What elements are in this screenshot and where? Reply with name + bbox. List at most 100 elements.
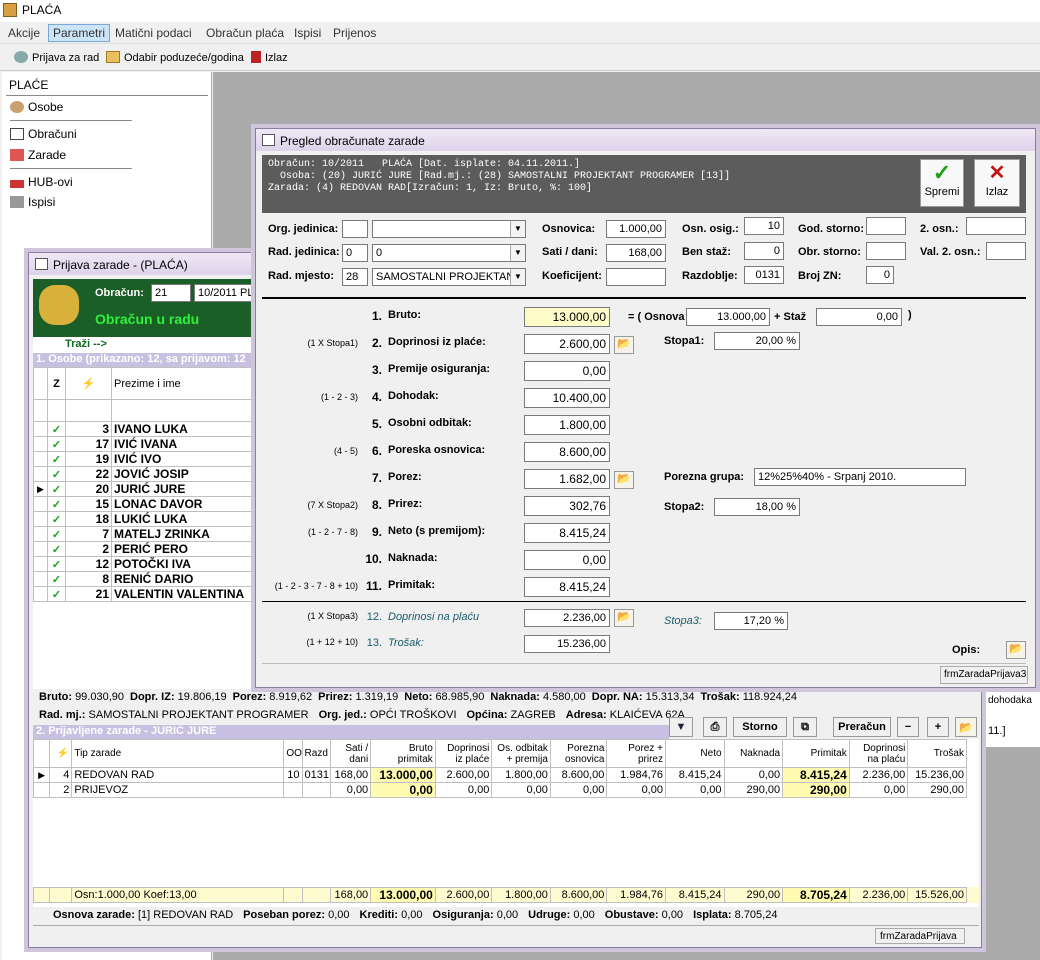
bg-text-a: dohodaka (988, 695, 1032, 706)
check-icon[interactable]: ✓ (47, 556, 66, 572)
zarade-col-header[interactable]: Bruto primitak (370, 739, 436, 768)
col-prezime-ime[interactable]: Prezime i ime (111, 367, 258, 400)
zarade-col-header[interactable]: Porezna osnovica (549, 739, 608, 768)
check-icon[interactable]: ✓ (47, 481, 66, 497)
osnovica-input[interactable]: 1.000,00 (606, 220, 666, 238)
check-icon[interactable]: ✓ (47, 511, 66, 527)
koeficijent-input[interactable] (606, 268, 666, 286)
izlaz-button[interactable]: ✕ Izlaz (974, 159, 1020, 207)
osoba-row[interactable]: ✓ 7 MATELJ ZRINKA (33, 526, 258, 542)
odabir-button[interactable]: Odabir poduzeće/godina (106, 51, 244, 64)
odabir-label: Odabir poduzeće/godina (124, 52, 244, 64)
menu-akcije[interactable]: Akcije (8, 26, 40, 40)
check-icon[interactable]: ✓ (47, 451, 66, 467)
osn2-input[interactable] (966, 217, 1026, 235)
nav-item-ispisi[interactable]: Ispisi (10, 195, 55, 209)
filter-cell[interactable] (111, 399, 258, 422)
osoba-row[interactable]: ✓ 21 VALENTIN VALENTINA (33, 586, 258, 602)
col-z[interactable]: Z (47, 367, 66, 400)
osoba-row[interactable]: ✓ 19 IVIĆ IVO (33, 451, 258, 467)
check-icon[interactable]: ✓ (47, 436, 66, 452)
check-icon[interactable]: ✓ (47, 571, 66, 587)
filter-cell[interactable] (47, 399, 66, 422)
trazi-button[interactable]: Traži --> (65, 338, 107, 350)
osn-osig-input[interactable]: 10 (744, 217, 784, 235)
zarade-col-header[interactable]: Neto (664, 739, 725, 768)
osoba-broj: 17 (65, 436, 112, 452)
zarade-col-header[interactable]: Naknada (723, 739, 784, 768)
nav-item-obracuni[interactable]: Obračuni (10, 127, 77, 141)
zarade-col-header[interactable]: Sati / dani (329, 739, 372, 768)
menu-prijenos[interactable]: Prijenos (333, 26, 376, 40)
folder-open-icon[interactable]: 📂 (614, 609, 634, 627)
check-icon[interactable]: ✓ (47, 586, 66, 602)
osoba-row[interactable]: ✓ 15 LONAC DAVOR (33, 496, 258, 512)
menu-parametri[interactable]: Parametri (48, 24, 111, 42)
zarade-col-header[interactable]: Trošak (907, 739, 967, 768)
nav-item-zarade[interactable]: Zarade (10, 148, 66, 162)
remove-button[interactable]: − (897, 717, 919, 737)
add-button[interactable]: + (927, 717, 949, 737)
check-icon[interactable]: ✓ (47, 466, 66, 482)
osoba-row[interactable]: ✓ 3 IVANO LUKA (33, 421, 258, 437)
rad-mjesto-input[interactable]: 28 (342, 268, 368, 286)
nav-item-hubovi[interactable]: HUB-ovi (10, 175, 73, 189)
col-broj[interactable]: ⚡ (65, 367, 112, 400)
folder-open-icon[interactable]: 📂 (614, 336, 634, 354)
osoba-row[interactable]: ✓ 12 POTOČKI IVA (33, 556, 258, 572)
folder-open-icon[interactable]: 📂 (955, 717, 977, 737)
zarade-col-header[interactable]: Doprinosi iz plaće (434, 739, 493, 768)
ben-staz-input[interactable]: 0 (744, 242, 784, 260)
val2-input[interactable] (986, 242, 1026, 260)
zarade-col-header[interactable]: Tip zarade (71, 739, 285, 768)
check-icon[interactable]: ✓ (47, 526, 66, 542)
print-icon[interactable]: ⎙ (703, 717, 727, 737)
osoba-row[interactable]: ✓ 22 JOVIĆ JOSIP (33, 466, 258, 482)
osoba-row[interactable]: ✓ 2 PERIĆ PERO (33, 541, 258, 557)
zarade-col-header[interactable]: OO (283, 739, 303, 768)
menu-ispisi[interactable]: Ispisi (294, 26, 321, 40)
osoba-row[interactable]: ▶ ✓ 20 JURIĆ JURE (33, 481, 258, 497)
osoba-ime: POTOČKI IVA (111, 556, 258, 572)
menu-obracun-placa[interactable]: Obračun plaća (206, 26, 284, 40)
rad-jedinica-select[interactable]: 0 (372, 244, 526, 262)
folder-open-icon[interactable]: 📂 (1006, 641, 1026, 659)
zarade-col-header[interactable]: Razd (301, 739, 331, 768)
spremi-button[interactable]: ✓ Spremi (920, 159, 964, 207)
prijava-title: Prijava zarade - (PLAĆA) (53, 258, 188, 272)
obr-storno-input[interactable] (866, 242, 906, 260)
broj-zn-input[interactable]: 0 (866, 266, 894, 284)
osoba-row[interactable]: ✓ 8 RENIĆ DARIO (33, 571, 258, 587)
check-icon[interactable]: ✓ (47, 541, 66, 557)
copy-icon[interactable]: ⧉ (793, 717, 817, 737)
folder-open-icon[interactable]: 📂 (614, 471, 634, 489)
nav-item-osobe[interactable]: Osobe (10, 100, 63, 114)
rad-mjesto-select[interactable]: SAMOSTALNI PROJEKTAN (372, 268, 526, 286)
obracun-input[interactable]: 21 (151, 284, 191, 302)
menu-maticni-podaci[interactable]: Matični podaci (115, 26, 192, 40)
razdoblje-input[interactable]: 0131 (744, 266, 784, 284)
dropdown-button[interactable]: ▼ (669, 717, 693, 737)
osoba-row[interactable]: ✓ 17 IVIĆ IVANA (33, 436, 258, 452)
org-jedinica-select[interactable] (372, 220, 526, 238)
filter-cell[interactable] (65, 399, 112, 422)
storno-button[interactable]: Storno (733, 717, 787, 737)
osoba-row[interactable]: ✓ 18 LUKIĆ LUKA (33, 511, 258, 527)
zarade-col-header[interactable]: Doprinosi na plaću (848, 739, 909, 768)
zarada-row[interactable]: ▶ 4 REDOVAN RAD 10 0131 168,00 13.000,00 2.600,… (33, 767, 967, 783)
zarade-col-header[interactable]: Porez + prirez (606, 739, 666, 768)
god-storno-input[interactable] (866, 217, 906, 235)
prijava-za-rad-button[interactable]: Prijava za rad (14, 51, 99, 64)
zarade-col-header[interactable]: Os. odbitak + premija (491, 739, 551, 768)
preracun-button[interactable]: Preračun (833, 717, 891, 737)
zarade-col-header[interactable]: ⚡ (49, 739, 73, 768)
zarade-col-header[interactable]: Primitak (782, 739, 850, 768)
izlaz-toolbar-button[interactable]: Izlaz (251, 51, 288, 64)
zarada-row[interactable]: 2 PRIJEVOZ 0,00 0,00 0,00 0,00 0,00 0,00 0,00 290… (33, 782, 967, 798)
org-jedinica-input[interactable] (342, 220, 368, 238)
total-label: Prirez: (318, 691, 353, 703)
sati-dani-input[interactable]: 168,00 (606, 244, 666, 262)
check-icon[interactable]: ✓ (47, 496, 66, 512)
check-icon[interactable]: ✓ (47, 421, 66, 437)
rad-jedinica-input[interactable]: 0 (342, 244, 368, 262)
